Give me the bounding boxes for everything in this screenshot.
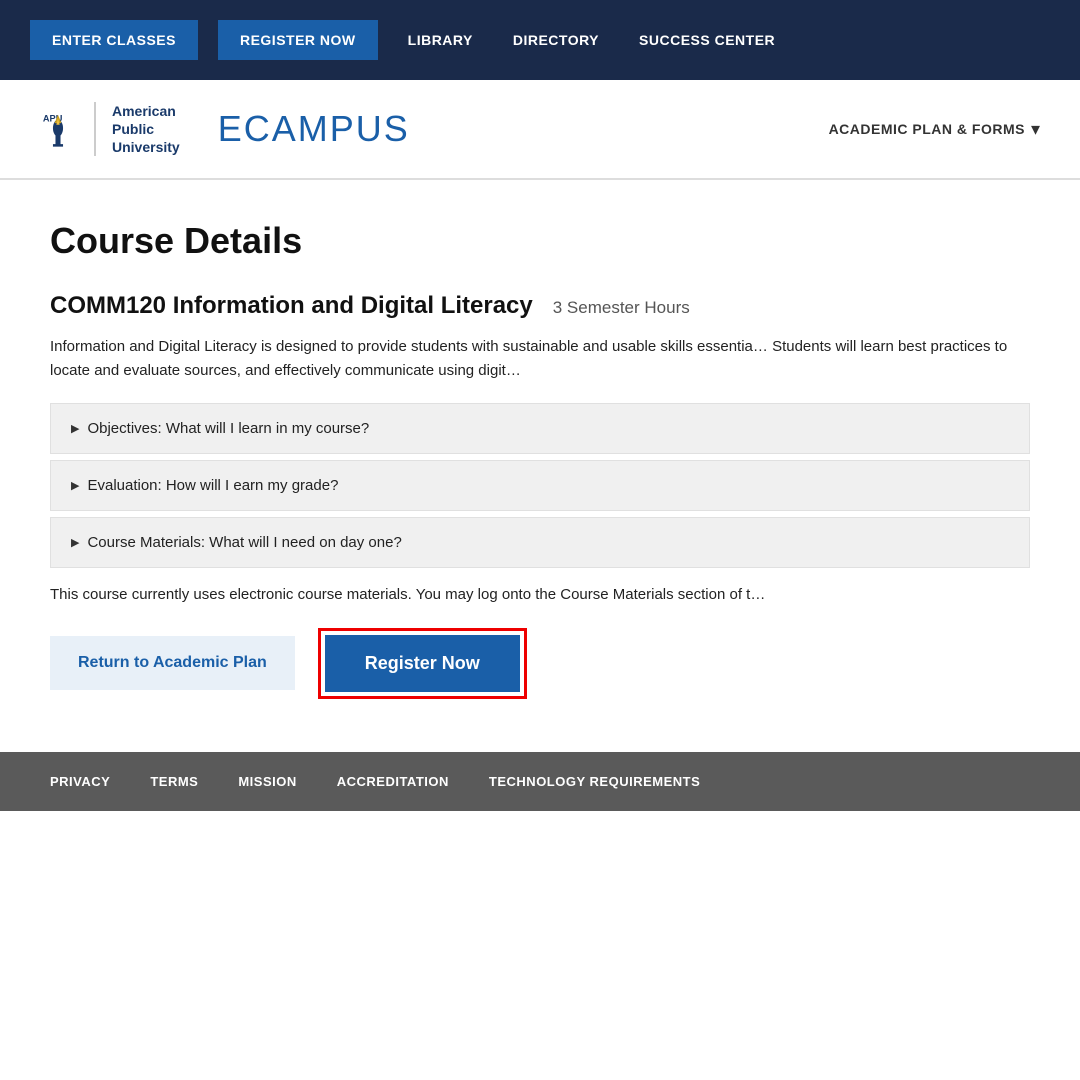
accordion-arrow-icon: ▶ bbox=[71, 536, 79, 549]
university-name-block: American Public University bbox=[94, 102, 180, 157]
footer-technology-requirements-link[interactable]: TECHNOLOGY REQUIREMENTS bbox=[489, 774, 700, 789]
accordion-materials[interactable]: ▶ Course Materials: What will I need on … bbox=[50, 517, 1030, 568]
course-title: COMM120 Information and Digital Literacy bbox=[50, 292, 533, 320]
course-title-row: COMM120 Information and Digital Literacy… bbox=[50, 292, 1030, 320]
apu-logo-icon: APU bbox=[40, 108, 76, 150]
top-navigation: ENTER CLASSES REGISTER NOW LIBRARY DIREC… bbox=[0, 0, 1080, 80]
register-now-button[interactable]: Register Now bbox=[325, 635, 520, 692]
chevron-down-icon: ▾ bbox=[1031, 119, 1040, 140]
footer-accreditation-link[interactable]: ACCREDITATION bbox=[337, 774, 449, 789]
academic-plan-link-label: ACADEMIC PLAN & FORMS bbox=[829, 121, 1025, 137]
page-title: Course Details bbox=[50, 220, 1030, 262]
accordion-evaluation[interactable]: ▶ Evaluation: How will I earn my grade? bbox=[50, 460, 1030, 511]
university-name: American Public University bbox=[112, 102, 180, 157]
success-center-nav-link[interactable]: SUCCESS CENTER bbox=[629, 32, 785, 48]
logo-area: APU American Public University ECAMPUS bbox=[40, 102, 410, 157]
register-now-nav-button[interactable]: REGISTER NOW bbox=[218, 20, 378, 60]
flame-icon: APU bbox=[40, 108, 76, 150]
library-nav-link[interactable]: LIBRARY bbox=[398, 32, 483, 48]
accordion-arrow-icon: ▶ bbox=[71, 422, 79, 435]
site-header: APU American Public University ECAMPUS A… bbox=[0, 80, 1080, 180]
accordion-objectives-label: Objectives: What will I learn in my cour… bbox=[87, 420, 369, 437]
course-materials-note: This course currently uses electronic co… bbox=[50, 584, 1030, 607]
footer-privacy-link[interactable]: PRIVACY bbox=[50, 774, 110, 789]
site-footer: PRIVACY TERMS MISSION ACCREDITATION TECH… bbox=[0, 752, 1080, 811]
accordion-evaluation-label: Evaluation: How will I earn my grade? bbox=[87, 477, 338, 494]
directory-nav-link[interactable]: DIRECTORY bbox=[503, 32, 609, 48]
course-description: Information and Digital Literacy is desi… bbox=[50, 335, 1030, 383]
accordion-materials-label: Course Materials: What will I need on da… bbox=[87, 534, 401, 551]
accordion-objectives[interactable]: ▶ Objectives: What will I learn in my co… bbox=[50, 403, 1030, 454]
academic-plan-dropdown[interactable]: ACADEMIC PLAN & FORMS ▾ bbox=[829, 119, 1040, 140]
ecampus-title: ECAMPUS bbox=[198, 108, 410, 150]
footer-mission-link[interactable]: MISSION bbox=[238, 774, 296, 789]
enter-classes-button[interactable]: ENTER CLASSES bbox=[30, 20, 198, 60]
accordion-arrow-icon: ▶ bbox=[71, 479, 79, 492]
footer-terms-link[interactable]: TERMS bbox=[150, 774, 198, 789]
main-content: Course Details COMM120 Information and D… bbox=[0, 180, 1080, 752]
action-buttons-row: Return to Academic Plan Register Now bbox=[50, 635, 1030, 692]
return-to-academic-plan-button[interactable]: Return to Academic Plan bbox=[50, 636, 295, 690]
semester-hours: 3 Semester Hours bbox=[553, 298, 690, 318]
